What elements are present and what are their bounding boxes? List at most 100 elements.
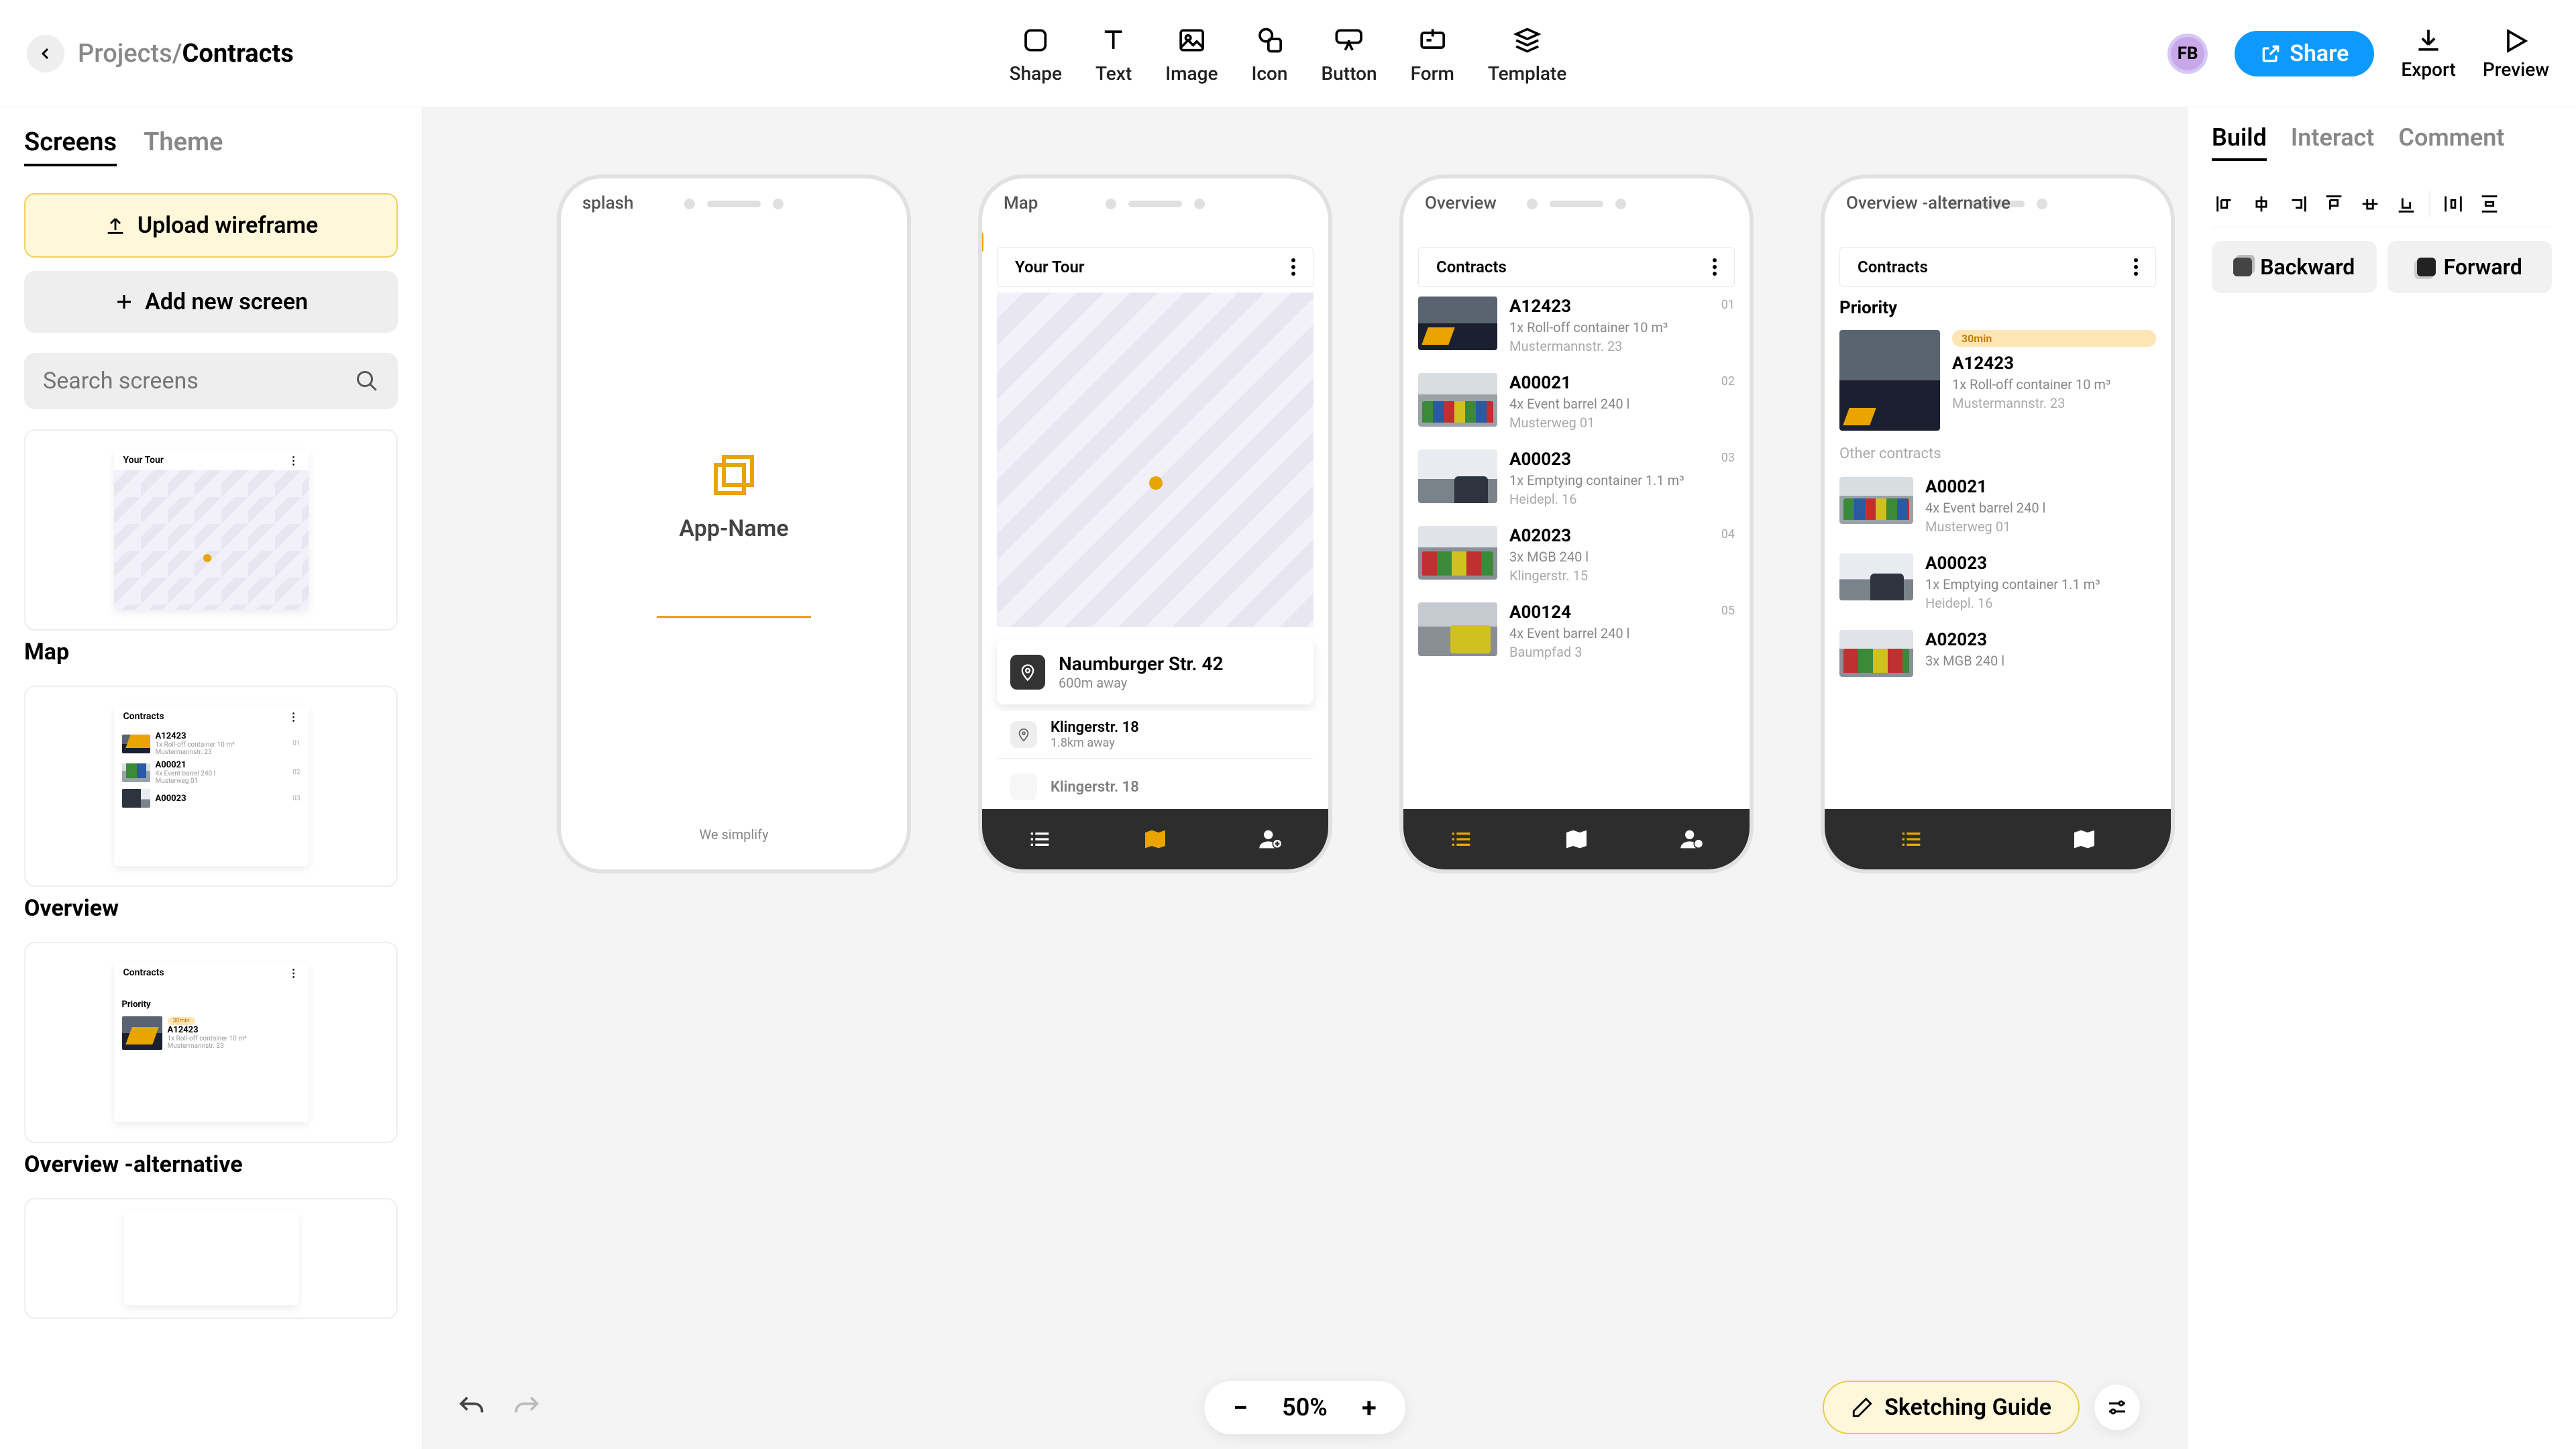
app-name: App-Name xyxy=(679,515,788,542)
zoom-out-button[interactable]: − xyxy=(1226,1392,1255,1424)
user-avatar[interactable]: FB xyxy=(2167,34,2208,74)
distribute-v-icon[interactable] xyxy=(2476,191,2503,217)
upload-wireframe-button[interactable]: Upload wireframe xyxy=(24,193,398,258)
more-icon[interactable] xyxy=(2134,258,2138,276)
contract-row[interactable]: A12423 1x Roll-off container 10 m³ Muste… xyxy=(1418,287,1735,364)
tab-theme[interactable]: Theme xyxy=(144,127,223,166)
frame-map[interactable]: Map Your Tour Naumburger Str. 42 600m aw… xyxy=(978,174,1332,873)
more-icon[interactable] xyxy=(1291,258,1295,276)
contract-desc: 4x Event barrel 240 l xyxy=(1925,500,2156,516)
contract-row[interactable]: A00021 4x Event barrel 240 l Musterweg 0… xyxy=(1418,364,1735,440)
mini-desc: 1x Roll-off container 10 m³ xyxy=(156,741,235,749)
tool-icon[interactable]: Icon xyxy=(1251,22,1287,85)
nav-list-icon[interactable] xyxy=(1898,826,1925,853)
search-input-wrap[interactable] xyxy=(24,353,398,409)
screen-title: Map xyxy=(24,639,398,665)
header-actions: FB Share Export Preview xyxy=(2167,26,2549,80)
mini-addr: Musterweg 01 xyxy=(156,777,216,785)
contract-row[interactable]: A00023 1x Emptying container 1.1 m³ Heid… xyxy=(1839,544,2156,621)
tab-screens[interactable]: Screens xyxy=(24,127,117,166)
contract-desc: 4x Event barrel 240 l xyxy=(1509,396,1735,412)
tab-build[interactable]: Build xyxy=(2212,123,2267,161)
tool-image[interactable]: Image xyxy=(1165,22,1218,85)
add-screen-button[interactable]: Add new screen xyxy=(24,271,398,333)
frame-label: Overview -alternative xyxy=(1846,193,2010,213)
align-bottom-icon[interactable] xyxy=(2393,191,2420,217)
align-left-icon[interactable] xyxy=(2212,191,2239,217)
breadcrumb-current: Contracts xyxy=(182,39,294,68)
distribute-h-icon[interactable] xyxy=(2440,191,2467,217)
search-input[interactable] xyxy=(43,368,347,394)
contract-thumb xyxy=(1418,526,1497,580)
screen-thumb-overview-alt[interactable]: Contracts⋮ Priority 30min A12423 1x Roll… xyxy=(24,942,398,1143)
nav-map-icon[interactable] xyxy=(1563,826,1590,853)
card-title: Klingerstr. 18 xyxy=(1051,779,1139,796)
tool-text[interactable]: Text xyxy=(1095,22,1132,85)
bottom-nav xyxy=(982,809,1328,869)
nav-list-icon[interactable] xyxy=(1448,826,1474,853)
contract-desc: 1x Emptying container 1.1 m³ xyxy=(1509,472,1735,488)
undo-button[interactable] xyxy=(456,1393,486,1422)
tool-label: Form xyxy=(1411,62,1454,85)
text-icon xyxy=(1095,22,1132,58)
back-button[interactable] xyxy=(27,35,64,72)
tool-form[interactable]: Form xyxy=(1411,22,1454,85)
tab-interact[interactable]: Interact xyxy=(2291,123,2374,161)
tool-shape[interactable]: Shape xyxy=(1010,22,1062,85)
search-icon xyxy=(355,369,379,393)
zoom-value: 50% xyxy=(1282,1393,1328,1421)
map-item[interactable]: Klingerstr. 18 xyxy=(997,765,1313,809)
frame-overview[interactable]: Overview Contracts A12423 1x Roll-off co… xyxy=(1399,174,1754,873)
contract-row[interactable]: A00021 4x Event barrel 240 l Musterweg 0… xyxy=(1839,468,2156,544)
preview-button[interactable]: Preview xyxy=(2483,26,2549,80)
align-center-h-icon[interactable] xyxy=(2248,191,2275,217)
tool-button[interactable]: Button xyxy=(1322,22,1377,85)
align-top-icon[interactable] xyxy=(2320,191,2347,217)
contract-desc: 4x Event barrel 240 l xyxy=(1509,625,1735,641)
export-button[interactable]: Export xyxy=(2401,26,2455,80)
share-button[interactable]: Share xyxy=(2235,31,2374,76)
card-sub: 600m away xyxy=(1059,675,1223,691)
contract-id: A00023 xyxy=(1925,553,2156,574)
nav-user-icon[interactable] xyxy=(1257,826,1284,853)
redo-button[interactable] xyxy=(513,1393,542,1422)
nav-user-icon[interactable] xyxy=(1678,826,1705,853)
frame-splash[interactable]: splash App-Name We simplify xyxy=(557,174,911,873)
tool-template[interactable]: Template xyxy=(1488,22,1566,85)
zoom-in-button[interactable]: + xyxy=(1354,1392,1384,1424)
nav-map-icon[interactable] xyxy=(1142,826,1169,853)
tool-palette: Shape Text Image Icon Button Form Templa… xyxy=(1010,22,1567,85)
tab-comment[interactable]: Comment xyxy=(2398,123,2504,161)
frame-overview-alt[interactable]: Overview -alternative Contracts Priority… xyxy=(1821,174,2175,873)
settings-button[interactable] xyxy=(2094,1385,2140,1430)
priority-contract[interactable]: 30min A12423 1x Roll-off container 10 m³… xyxy=(1839,321,2156,440)
screen-thumb-extra[interactable] xyxy=(24,1198,398,1319)
sketching-guide-button[interactable]: Sketching Guide xyxy=(1823,1381,2080,1434)
backward-button[interactable]: Backward xyxy=(2212,241,2377,293)
mini-id: A00023 xyxy=(156,794,186,804)
screen-thumb-map[interactable]: Your Tour⋮ xyxy=(24,429,398,631)
contract-desc: 3x MGB 240 l xyxy=(1925,653,2156,669)
map-primary-card[interactable]: Naumburger Str. 42 600m away xyxy=(997,639,1313,704)
map-item[interactable]: Klingerstr. 18 1.8km away xyxy=(997,711,1313,759)
left-tabs: Screens Theme xyxy=(24,127,398,166)
map-view[interactable] xyxy=(997,292,1313,627)
nav-map-icon[interactable] xyxy=(2071,826,2098,853)
contract-addr: Musterweg 01 xyxy=(1925,519,2156,535)
mini-bar-title: Contracts xyxy=(123,711,164,722)
more-icon[interactable] xyxy=(1713,258,1717,276)
screen-thumb-overview[interactable]: Contracts⋮ A124231x Roll-off container 1… xyxy=(24,686,398,887)
contract-row[interactable]: A02023 3x MGB 240 l Klingerstr. 15 04 xyxy=(1418,517,1735,593)
contract-row[interactable]: A00023 1x Emptying container 1.1 m³ Heid… xyxy=(1418,440,1735,517)
contract-row[interactable]: A02023 3x MGB 240 l xyxy=(1839,621,2156,686)
contract-id: A00021 xyxy=(1925,477,2156,497)
nav-list-icon[interactable] xyxy=(1026,826,1053,853)
canvas[interactable]: splash App-Name We simplify Map Your Tou… xyxy=(423,107,2187,1449)
bar-title: Contracts xyxy=(1858,258,1928,276)
breadcrumb-root[interactable]: Projects xyxy=(78,39,172,68)
canvas-bottom-bar: − 50% + Sketching Guide xyxy=(456,1393,2153,1422)
forward-button[interactable]: Forward xyxy=(2387,241,2553,293)
contract-row[interactable]: A00124 4x Event barrel 240 l Baumpfad 3 … xyxy=(1418,593,1735,669)
align-middle-icon[interactable] xyxy=(2357,191,2383,217)
align-right-icon[interactable] xyxy=(2284,191,2311,217)
